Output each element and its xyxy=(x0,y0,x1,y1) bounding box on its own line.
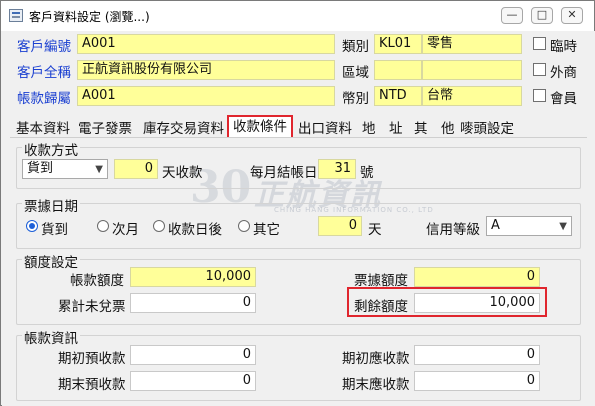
foreign-checkbox[interactable] xyxy=(533,63,546,76)
tab-shipping-mark[interactable]: 嘜頭設定 xyxy=(460,117,514,137)
tab-basic-info[interactable]: 基本資料 xyxy=(16,117,70,137)
account-owner-label[interactable]: 帳款歸屬 xyxy=(17,87,71,107)
accum-unredeemed-field: 0 xyxy=(130,293,256,313)
closing-day-suffix: 號 xyxy=(360,165,374,181)
chevron-down-icon: ▼ xyxy=(559,221,567,232)
account-limit-label: 帳款額度 xyxy=(70,273,124,289)
tab-export-data[interactable]: 出口資料 xyxy=(298,117,352,137)
collection-days-field[interactable]: 0 xyxy=(114,159,158,179)
customer-name-field[interactable]: 正航資訊股份有限公司 xyxy=(77,60,335,80)
customer-code-field[interactable]: A001 xyxy=(77,34,335,54)
opening-receivable-field: 0 xyxy=(414,345,540,365)
region-name-field[interactable] xyxy=(422,60,522,80)
title-bar: 客戶資料設定 (瀏覽...) — □ ✕ xyxy=(1,1,594,31)
radio-bill-next-month[interactable] xyxy=(97,220,109,232)
foreign-checkbox-label: 外商 xyxy=(550,65,577,81)
closing-prepaid-label: 期末預收款 xyxy=(58,377,126,393)
customer-code-label[interactable]: 客戶編號 xyxy=(17,35,71,55)
collection-days-label: 天收款 xyxy=(162,165,203,181)
category-label: 類別 xyxy=(342,39,369,55)
radio-bill-other[interactable] xyxy=(238,220,250,232)
radio-bill-other-label: 其它 xyxy=(253,222,280,238)
closing-day-field[interactable]: 31 xyxy=(318,159,356,179)
region-code-field[interactable] xyxy=(374,60,422,80)
collection-method-select[interactable]: 貨到 ▼ xyxy=(22,159,108,179)
window-title: 客戶資料設定 (瀏覽...) xyxy=(29,10,150,24)
member-checkbox[interactable] xyxy=(533,89,546,102)
tab-e-invoice[interactable]: 電子發票 xyxy=(78,117,132,137)
customer-name-label[interactable]: 客戶全稱 xyxy=(17,61,71,81)
bill-limit-label: 票據額度 xyxy=(354,273,408,289)
currency-name-field[interactable]: 台幣 xyxy=(422,86,522,106)
collection-method-title: 收款方式 xyxy=(22,139,80,159)
currency-code-field[interactable]: NTD xyxy=(374,86,422,106)
bill-limit-field[interactable]: 0 xyxy=(414,267,540,287)
account-owner-field[interactable]: A001 xyxy=(77,86,335,106)
radio-bill-next-month-label: 次月 xyxy=(112,222,139,238)
radio-bill-after-collection-label: 收款日後 xyxy=(168,222,222,238)
remaining-limit-label: 剩餘額度 xyxy=(354,299,408,315)
collection-method-value: 貨到 xyxy=(27,161,54,176)
customer-settings-window: 客戶資料設定 (瀏覽...) — □ ✕ 客戶編號 A001 客戶全稱 正航資訊… xyxy=(0,0,595,406)
remaining-limit-field: 10,000 xyxy=(414,293,540,313)
tab-collection-terms[interactable]: 收款條件 xyxy=(227,115,293,139)
closing-receivable-field: 0 xyxy=(414,371,540,391)
credit-level-label: 信用等級 xyxy=(426,222,480,238)
chevron-down-icon: ▼ xyxy=(95,164,103,175)
credit-level-select[interactable]: A ▼ xyxy=(486,216,572,236)
credit-limit-title: 額度設定 xyxy=(22,251,80,271)
accum-unredeemed-label: 累計未兌票 xyxy=(58,299,126,315)
radio-bill-on-arrival-label: 貨到 xyxy=(41,222,68,238)
maximize-button[interactable]: □ xyxy=(531,7,553,24)
temporary-checkbox[interactable] xyxy=(533,37,546,50)
account-info-title: 帳款資訊 xyxy=(22,327,80,347)
credit-level-value: A xyxy=(491,218,500,233)
opening-prepaid-field: 0 xyxy=(130,345,256,365)
close-button[interactable]: ✕ xyxy=(561,7,583,24)
opening-receivable-label: 期初應收款 xyxy=(342,351,410,367)
radio-bill-on-arrival[interactable] xyxy=(26,220,38,232)
temporary-checkbox-label: 臨時 xyxy=(550,39,577,55)
closing-receivable-label: 期末應收款 xyxy=(342,377,410,393)
currency-label: 幣別 xyxy=(342,91,369,107)
bill-days-suffix: 天 xyxy=(368,222,382,238)
form-body: 客戶編號 A001 客戶全稱 正航資訊股份有限公司 帳款歸屬 A001 類別 K… xyxy=(2,31,595,406)
radio-bill-after-collection[interactable] xyxy=(153,220,165,232)
category-name-field[interactable]: 零售 xyxy=(422,34,522,54)
app-form-icon xyxy=(9,9,23,22)
closing-prepaid-field: 0 xyxy=(130,371,256,391)
minimize-button[interactable]: — xyxy=(501,7,523,24)
category-code-field[interactable]: KL01 xyxy=(374,34,422,54)
tab-inventory-trading[interactable]: 庫存交易資料 xyxy=(143,117,224,137)
closing-day-label: 每月結帳日 xyxy=(250,165,318,181)
tab-strip: 基本資料 電子發票 庫存交易資料 收款條件 出口資料 地 址 其 他 嘜頭設定 xyxy=(2,115,595,139)
bill-date-title: 票據日期 xyxy=(22,195,80,215)
account-limit-field[interactable]: 10,000 xyxy=(130,267,256,287)
tab-address[interactable]: 地 址 xyxy=(362,117,403,137)
bill-days-field[interactable]: 0 xyxy=(318,216,362,236)
region-label: 區域 xyxy=(342,65,369,81)
tab-other[interactable]: 其 他 xyxy=(414,117,455,137)
opening-prepaid-label: 期初預收款 xyxy=(58,351,126,367)
member-checkbox-label: 會員 xyxy=(550,91,577,107)
